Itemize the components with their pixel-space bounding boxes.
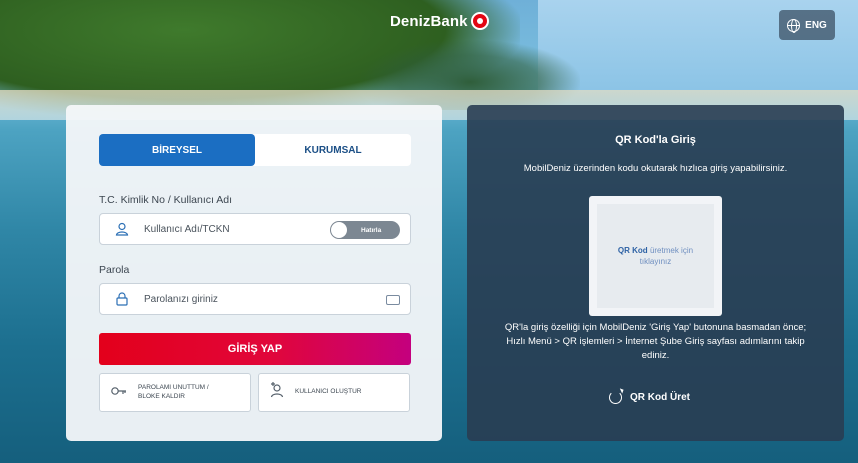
generate-qr-label: QR Kod Üret [630,392,690,403]
remember-me-toggle[interactable]: Hatırla [330,221,400,239]
language-button[interactable]: ENG [779,10,835,40]
lock-icon [114,291,130,307]
qr-box-bold: QR Kod [617,245,648,255]
login-panel: BİREYSEL KURUMSAL T.C. Kimlik No / Kulla… [66,105,442,441]
remember-me-label: Hatırla [361,226,382,234]
refresh-icon [609,391,622,404]
keyboard-icon[interactable] [386,295,400,305]
create-user-label: KULLANICI OLUŞTUR [295,388,362,396]
user-icon [114,221,130,237]
add-user-icon [269,382,285,403]
qr-instructions: QR'la giriş özelliği için MobilDeniz 'Gi… [504,322,807,361]
brand-logo[interactable]: DenizBank [390,12,489,30]
customer-type-tabs: BİREYSEL KURUMSAL [99,134,411,166]
toggle-knob [331,222,347,238]
qr-title: QR Kod'la Giriş [615,134,696,146]
qr-code-area: QR Kod üretmek için tıklayınız [597,204,714,308]
username-label: T.C. Kimlik No / Kullanıcı Adı [99,194,233,206]
password-label: Parola [99,264,130,276]
forgot-password-line1: PAROLAMI UNUTTUM / [138,384,209,392]
password-placeholder: Parolanızı giriniz [144,293,218,305]
generate-qr-button[interactable]: QR Kod Üret [609,391,690,404]
forgot-password-button[interactable]: PAROLAMI UNUTTUM / BLOKE KALDIR [99,373,251,412]
key-icon [110,384,128,402]
brand-name: DenizBank [390,12,468,30]
header: DenizBank ENG [0,0,858,48]
qr-box-text-1: üretmek için [649,245,694,255]
qr-login-panel: QR Kod'la Giriş MobilDeniz üzerinden kod… [467,105,844,441]
qr-box-text-2: tıklayınız [639,257,672,266]
tab-kurumsal[interactable]: KURUMSAL [255,134,411,166]
username-placeholder: Kullanıcı Adı/TCKN [144,223,230,235]
qr-code-placeholder[interactable]: QR Kod üretmek için tıklayınız [589,196,722,316]
create-user-button[interactable]: KULLANICI OLUŞTUR [258,373,410,412]
denizbank-logo-icon [470,12,489,30]
password-field[interactable]: Parolanızı giriniz [99,283,411,315]
tab-bireysel[interactable]: BİREYSEL [99,134,255,166]
language-label: ENG [805,19,827,31]
globe-icon [787,18,801,33]
qr-description: MobilDeniz üzerinden kodu okutarak hızlı… [523,163,788,174]
forgot-password-line2: BLOKE KALDIR [138,392,185,400]
login-button[interactable]: GİRİŞ YAP [99,333,411,365]
username-field[interactable]: Kullanıcı Adı/TCKN Hatırla [99,213,411,245]
